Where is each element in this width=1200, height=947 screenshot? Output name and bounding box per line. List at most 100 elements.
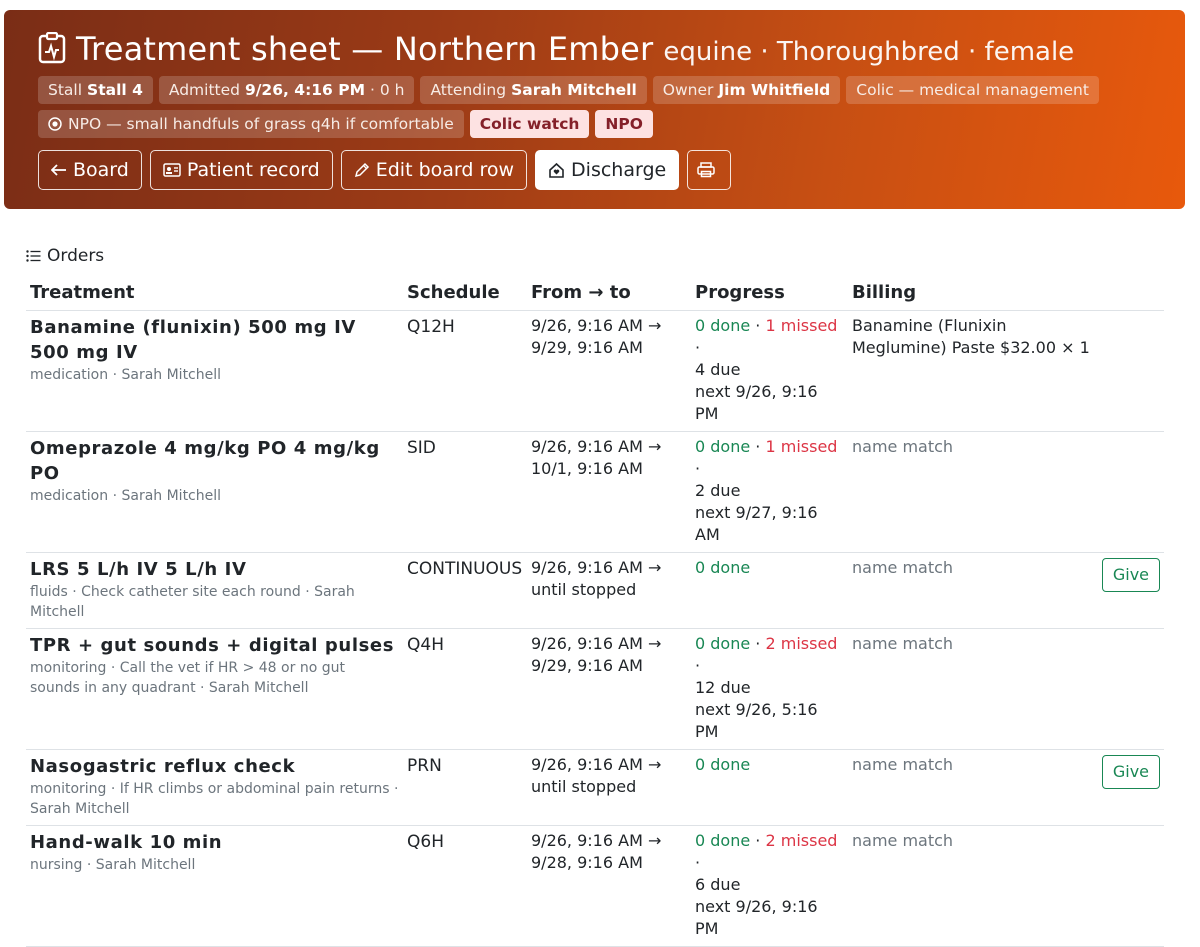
npo-badge: NPO xyxy=(595,110,653,138)
done-count: 0 done xyxy=(695,316,751,335)
to-time: 9/28, 9:16 AM xyxy=(531,853,643,872)
orders-body: Banamine (flunixin) 500 mg IV 500 mg IV m… xyxy=(26,310,1164,947)
billing-info: name match xyxy=(852,437,954,456)
treatment-cell: Omeprazole 4 mg/kg PO 4 mg/kg PO medicati… xyxy=(26,431,403,553)
billing-cell: Give name match xyxy=(848,552,1164,629)
treatment-meta: medication · Sarah Mitchell xyxy=(30,488,222,504)
next-due: next 9/26, 9:16 PM xyxy=(695,897,818,938)
house-heart-icon xyxy=(549,162,564,178)
missed-count: 2 missed xyxy=(765,634,838,653)
due-count: 12 due xyxy=(695,678,751,697)
printer-icon xyxy=(697,162,715,178)
billing-cell: Give name match xyxy=(848,749,1164,826)
billing-cell: name match xyxy=(848,825,1164,947)
treatment-cell: LRS 5 L/h IV 5 L/h IV fluids · Check cath… xyxy=(26,552,403,629)
table-header-row: Treatment Schedule From → to Progress Bi… xyxy=(26,275,1164,311)
orders-heading: Orders xyxy=(26,246,104,266)
to-time: until stopped xyxy=(531,777,637,796)
table-row: Nasogastric reflux check monitoring · If … xyxy=(26,749,1164,826)
col-from-to: From → to xyxy=(527,275,691,311)
due-count: 6 due xyxy=(695,875,741,894)
pencil-icon xyxy=(354,162,369,178)
from-to-cell: 9/26, 9:16 AM → until stopped xyxy=(527,552,691,629)
progress-cell: 0 done · 2 missed · 12 due next 9/26, 5:16… xyxy=(691,628,848,750)
discharge-button[interactable]: Discharge xyxy=(535,150,680,190)
treatment-name: Nasogastric reflux check xyxy=(30,756,296,777)
due-count: 4 due xyxy=(695,360,741,379)
to-time: 10/1, 9:16 AM xyxy=(531,459,643,478)
schedule-cell: SID xyxy=(403,431,527,553)
from-time: 9/26, 9:16 AM → xyxy=(531,437,662,456)
billing-cell: Banamine (Flunixin Meglumine) Paste $32.… xyxy=(848,310,1164,432)
list-icon xyxy=(26,250,41,262)
treatment-meta: nursing · Sarah Mitchell xyxy=(30,857,196,873)
id-card-icon xyxy=(163,163,181,177)
admitted-chip: Admitted 9/26, 4:16 PM · 0 h xyxy=(158,76,415,104)
table-row: TPR + gut sounds + digital pulses monitor… xyxy=(26,628,1164,750)
board-button[interactable]: Board xyxy=(38,150,142,190)
to-time: 9/29, 9:16 AM xyxy=(531,656,643,675)
table-row: Hand-walk 10 min nursing · Sarah Mitchell… xyxy=(26,825,1164,947)
from-to-cell: 9/26, 9:16 AM → 9/29, 9:16 AM xyxy=(527,628,691,750)
from-time: 9/26, 9:16 AM → xyxy=(531,316,662,335)
done-count: 0 done xyxy=(695,831,751,850)
from-time: 9/26, 9:16 AM → xyxy=(531,831,662,850)
patient-header: Treatment sheet — Northern Ember equine … xyxy=(4,10,1185,209)
billing-info: name match xyxy=(852,634,954,653)
give-button[interactable]: Give xyxy=(1101,558,1160,592)
due-count: 2 due xyxy=(695,481,741,500)
col-treatment: Treatment xyxy=(26,275,403,311)
from-to-cell: 9/26, 9:16 AM → 9/29, 9:16 AM xyxy=(527,310,691,432)
billing-info: name match xyxy=(852,755,954,774)
treatment-name: LRS 5 L/h IV 5 L/h IV xyxy=(30,559,247,580)
treatment-name: TPR + gut sounds + digital pulses xyxy=(30,635,395,656)
missed-count: 1 missed xyxy=(765,437,838,456)
owner-chip: Owner Jim Whitfield xyxy=(652,76,841,104)
billing-cell: name match xyxy=(848,628,1164,750)
done-count: 0 done xyxy=(695,437,751,456)
missed-count: 2 missed xyxy=(765,831,838,850)
progress-cell: 0 done xyxy=(691,552,848,629)
col-billing: Billing xyxy=(848,275,1164,311)
billing-info: name match xyxy=(852,831,954,850)
target-icon xyxy=(48,117,62,131)
schedule-cell: Q12H xyxy=(403,310,527,432)
table-row: Banamine (flunixin) 500 mg IV 500 mg IV m… xyxy=(26,310,1164,432)
treatment-meta: monitoring · Call the vet if HR > 48 or … xyxy=(30,660,345,696)
print-button[interactable] xyxy=(687,150,732,190)
treatment-meta: monitoring · If HR climbs or abdominal p… xyxy=(30,781,399,817)
billing-info: name match xyxy=(852,558,954,577)
schedule-cell: PRN xyxy=(403,749,527,826)
treatment-meta: fluids · Check catheter site each round … xyxy=(30,584,355,620)
from-time: 9/26, 9:16 AM → xyxy=(531,558,662,577)
progress-cell: 0 done · 1 missed · 2 due next 9/27, 9:16 … xyxy=(691,431,848,553)
table-row: LRS 5 L/h IV 5 L/h IV fluids · Check cath… xyxy=(26,552,1164,629)
billing-info: Banamine (Flunixin Meglumine) Paste $32.… xyxy=(852,316,1090,357)
edit-board-row-button[interactable]: Edit board row xyxy=(340,150,528,190)
billing-cell: name match xyxy=(848,431,1164,553)
next-due: next 9/27, 9:16 AM xyxy=(695,503,818,544)
treatment-cell: Banamine (flunixin) 500 mg IV 500 mg IV m… xyxy=(26,310,403,432)
problem-chip: Colic — medical management xyxy=(846,76,1099,104)
from-to-cell: 9/26, 9:16 AM → 10/1, 9:16 AM xyxy=(527,431,691,553)
progress-cell: 0 done xyxy=(691,749,848,826)
next-due: next 9/26, 9:16 PM xyxy=(695,382,818,423)
from-time: 9/26, 9:16 AM → xyxy=(531,634,662,653)
flag-chips: NPO — small handfuls of grass q4h if com… xyxy=(38,110,1185,140)
done-count: 0 done xyxy=(695,558,751,577)
patient-record-button[interactable]: Patient record xyxy=(149,150,333,190)
col-progress: Progress xyxy=(691,275,848,311)
orders-table: Treatment Schedule From → to Progress Bi… xyxy=(26,275,1164,947)
patient-signalment: equine · Thoroughbred · female xyxy=(663,37,1075,67)
give-button[interactable]: Give xyxy=(1101,755,1160,789)
page-title: Treatment sheet — Northern Ember xyxy=(76,30,654,68)
done-count: 0 done xyxy=(695,634,751,653)
treatment-cell: Hand-walk 10 min nursing · Sarah Mitchell xyxy=(26,825,403,947)
col-schedule: Schedule xyxy=(403,275,527,311)
schedule-cell: CONTINUOUS xyxy=(403,552,527,629)
stall-chip: Stall Stall 4 xyxy=(38,76,153,104)
clipboard-pulse-icon xyxy=(38,32,66,64)
arrow-left-icon xyxy=(51,164,66,176)
missed-count: 1 missed xyxy=(765,316,838,335)
treatment-meta: medication · Sarah Mitchell xyxy=(30,367,222,383)
